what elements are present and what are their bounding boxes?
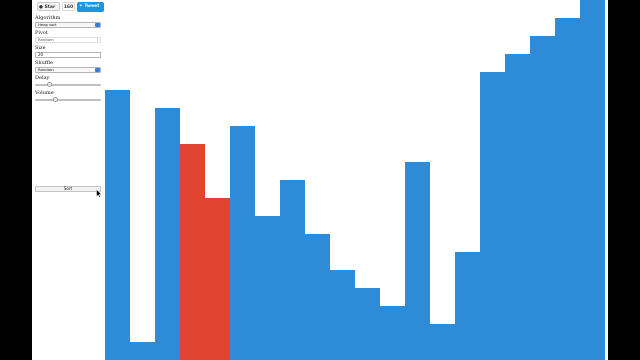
bar-8 bbox=[280, 180, 305, 360]
bar-3 bbox=[155, 108, 180, 360]
app-viewport: ● Star 160 ✦ Tweet Algorithm Heap sort P… bbox=[32, 0, 608, 360]
bar-1 bbox=[105, 90, 130, 360]
bar-4 bbox=[180, 144, 205, 360]
bar-16 bbox=[480, 72, 505, 360]
bar-9 bbox=[305, 234, 330, 360]
bar-17 bbox=[505, 54, 530, 360]
bar-10 bbox=[330, 270, 355, 360]
bar-5 bbox=[205, 198, 230, 360]
bar-7 bbox=[255, 216, 280, 360]
bar-19 bbox=[555, 18, 580, 360]
bar-11 bbox=[355, 288, 380, 360]
bar-12 bbox=[380, 306, 405, 360]
bar-18 bbox=[530, 36, 555, 360]
bar-visualization bbox=[32, 0, 608, 360]
bar-20 bbox=[580, 0, 605, 360]
bar-13 bbox=[405, 162, 430, 360]
bar-14 bbox=[430, 324, 455, 360]
bar-6 bbox=[230, 126, 255, 360]
bar-15 bbox=[455, 252, 480, 360]
bar-2 bbox=[130, 342, 155, 360]
